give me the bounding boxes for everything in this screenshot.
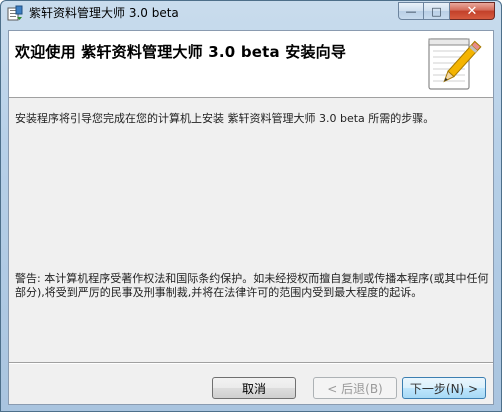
close-icon: ✕ bbox=[466, 3, 478, 19]
copyright-warning-text: 警告: 本计算机程序受著作权法和国际条约保护。如未经授权而擅自复制或传播本程序(… bbox=[15, 272, 489, 299]
maximize-icon: □ bbox=[431, 4, 442, 18]
intro-text: 安装程序将引导您完成在您的计算机上安装 紫轩资料管理大师 3.0 beta 所需… bbox=[15, 112, 435, 125]
cancel-button[interactable]: 取消 bbox=[212, 377, 296, 399]
wizard-header: 欢迎使用 紫轩资料管理大师 3.0 beta 安装向导 bbox=[9, 31, 493, 98]
minimize-button[interactable]: — bbox=[398, 2, 424, 20]
next-button[interactable]: 下一步(N) > bbox=[402, 377, 486, 399]
title-bar[interactable]: 紫轩资料管理大师 3.0 beta — □ ✕ bbox=[1, 1, 501, 25]
close-button[interactable]: ✕ bbox=[450, 2, 495, 20]
window-title: 紫轩资料管理大师 3.0 beta bbox=[29, 6, 179, 20]
notepad-pencil-icon bbox=[428, 38, 482, 90]
back-button[interactable]: < 后退(B) bbox=[313, 377, 397, 399]
installer-window: 紫轩资料管理大师 3.0 beta — □ ✕ 欢迎使用 紫轩资料管理大师 3.… bbox=[0, 0, 502, 412]
minimize-icon: — bbox=[405, 4, 417, 18]
wizard-title: 欢迎使用 紫轩资料管理大师 3.0 beta 安装向导 bbox=[15, 43, 347, 61]
installer-app-icon bbox=[7, 5, 23, 21]
wizard-client-area: 欢迎使用 紫轩资料管理大师 3.0 beta 安装向导 安装程序将引导您完成在您… bbox=[8, 30, 494, 405]
maximize-button[interactable]: □ bbox=[424, 2, 450, 20]
button-bar-divider bbox=[9, 362, 493, 364]
